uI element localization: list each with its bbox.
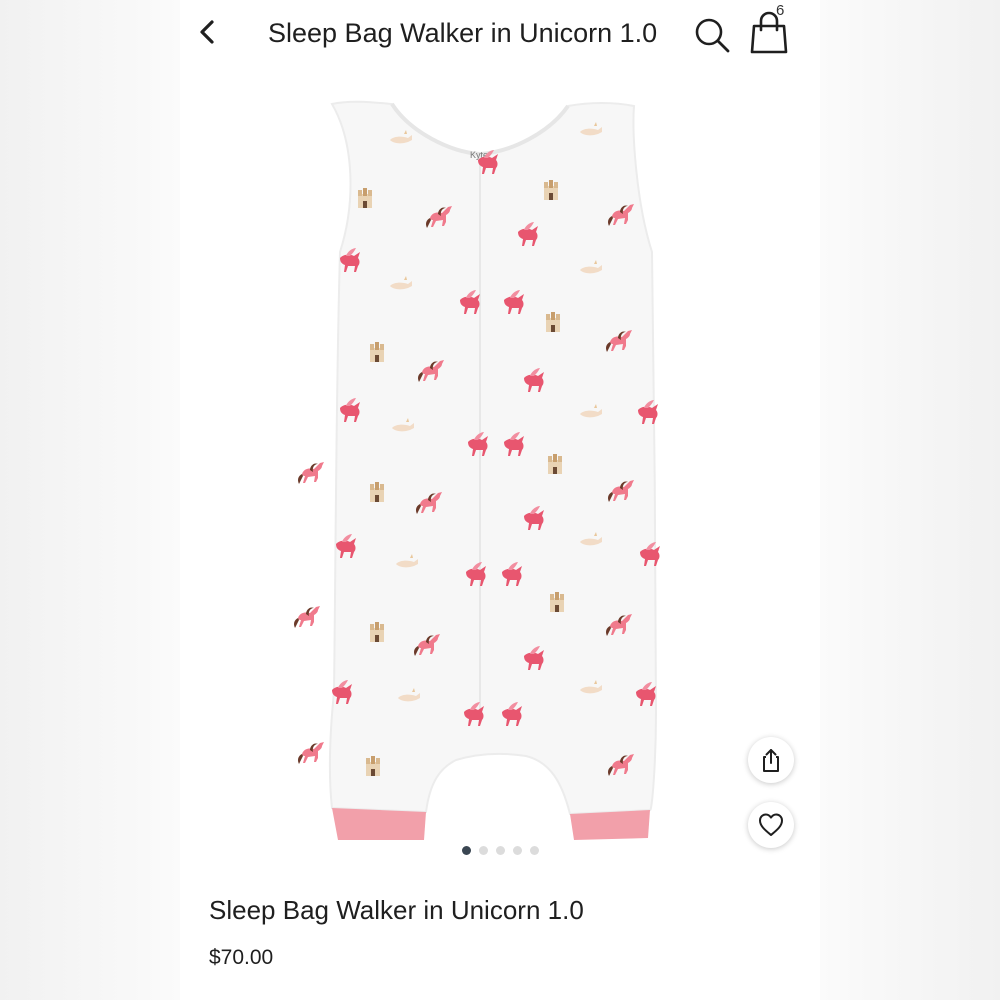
carousel-dot[interactable] bbox=[512, 846, 522, 855]
back-button[interactable] bbox=[188, 12, 228, 52]
product-image[interactable]: Kyte bbox=[280, 92, 720, 852]
search-button[interactable] bbox=[692, 14, 734, 56]
product-title: Sleep Bag Walker in Unicorn 1.0 bbox=[209, 895, 584, 925]
share-icon bbox=[763, 749, 779, 772]
page-title: Sleep Bag Walker in Unicorn 1.0 bbox=[268, 18, 658, 48]
bag-count-badge: 6 bbox=[776, 2, 785, 19]
left-cuff bbox=[332, 808, 426, 840]
heart-icon bbox=[759, 813, 783, 836]
carousel-dot[interactable] bbox=[461, 846, 471, 855]
carousel-dot[interactable] bbox=[529, 846, 539, 855]
product-screen: Sleep Bag Walker in Unicorn 1.0 6 Kyte S… bbox=[180, 0, 820, 1000]
product-price: $70.00 bbox=[209, 946, 274, 969]
carousel-dots bbox=[180, 846, 820, 858]
search-icon bbox=[695, 18, 730, 53]
garment-body bbox=[328, 100, 658, 816]
share-button[interactable] bbox=[748, 737, 794, 783]
shopping-bag-icon bbox=[750, 11, 788, 54]
top-nav-bar: Sleep Bag Walker in Unicorn 1.0 6 bbox=[180, 0, 820, 70]
like-button[interactable] bbox=[748, 802, 794, 848]
chevron-left-icon bbox=[200, 20, 214, 44]
carousel-dot[interactable] bbox=[478, 846, 488, 855]
shopping-bag-button[interactable] bbox=[746, 10, 792, 56]
right-cuff bbox=[570, 810, 650, 840]
carousel-dot[interactable] bbox=[495, 846, 505, 855]
